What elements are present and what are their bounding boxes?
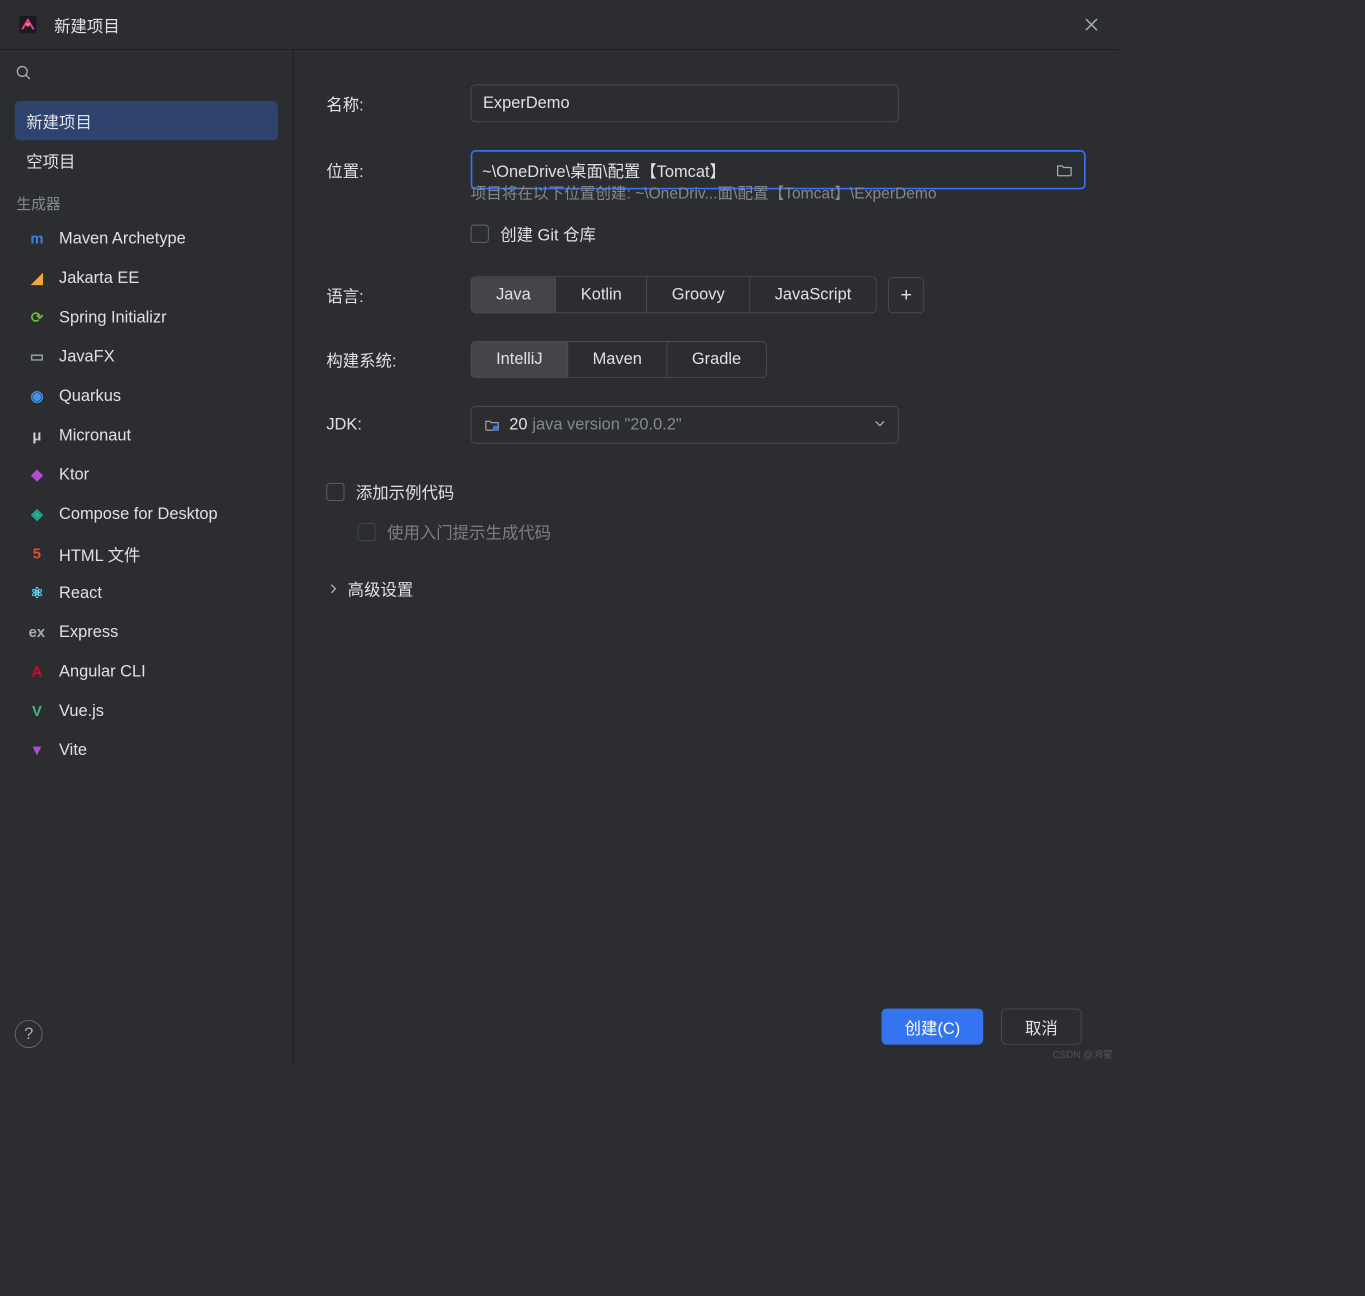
language-option[interactable]: Groovy xyxy=(647,277,750,312)
sample-code-label: 添加示例代码 xyxy=(356,480,454,504)
plus-icon: + xyxy=(900,283,911,306)
generator-icon: ◢ xyxy=(26,267,47,288)
sidebar-item-label: 空项目 xyxy=(26,148,75,172)
window-title: 新建项目 xyxy=(54,13,120,37)
close-button[interactable] xyxy=(1080,13,1103,36)
sidebar-generator-item[interactable]: 5 HTML 文件 xyxy=(15,534,278,573)
sidebar-generator-item[interactable]: ▼ Vite xyxy=(15,731,278,770)
jdk-subtext: java version "20.0.2" xyxy=(532,415,681,434)
sidebar-item-label: Angular CLI xyxy=(59,662,146,681)
close-icon xyxy=(1084,17,1099,32)
generator-icon: ◈ xyxy=(26,503,47,524)
jdk-label: JDK: xyxy=(326,415,470,434)
generator-icon: m xyxy=(26,228,47,249)
sidebar-generator-item[interactable]: V Vue.js xyxy=(15,691,278,730)
git-checkbox-label: 创建 Git 仓库 xyxy=(500,221,596,245)
language-label: 语言: xyxy=(326,283,470,307)
sample-code-checkbox[interactable] xyxy=(326,483,344,501)
generator-icon: ⟳ xyxy=(26,307,47,328)
language-option[interactable]: JavaScript xyxy=(750,277,876,312)
main-panel: 名称: 位置: 项目将在以下位置创建: ~\OneDriv...面\配置【Tom… xyxy=(294,50,1120,1063)
sidebar-item-label: Vite xyxy=(59,741,87,760)
build-option[interactable]: Gradle xyxy=(667,342,765,377)
sidebar-generator-item[interactable]: ◉ Quarkus xyxy=(15,376,278,415)
language-option[interactable]: Java xyxy=(472,277,557,312)
sidebar-generator-item[interactable]: μ Micronaut xyxy=(15,416,278,455)
generator-icon: V xyxy=(26,700,47,721)
language-segmented: JavaKotlinGroovyJavaScript xyxy=(471,276,877,313)
jdk-icon xyxy=(483,416,501,434)
generator-icon: ▭ xyxy=(26,346,47,367)
sidebar-item-label: Maven Archetype xyxy=(59,229,186,248)
location-input[interactable] xyxy=(482,160,1054,179)
sidebar-generator-item[interactable]: ◢ Jakarta EE xyxy=(15,258,278,297)
sidebar-search[interactable] xyxy=(0,50,293,96)
generator-icon: A xyxy=(26,661,47,682)
build-segmented: IntelliJMavenGradle xyxy=(471,341,767,378)
language-option[interactable]: Kotlin xyxy=(556,277,647,312)
sidebar-generator-item[interactable]: ex Express xyxy=(15,613,278,652)
location-label: 位置: xyxy=(326,158,470,182)
generator-icon: ◆ xyxy=(26,464,47,485)
sidebar-generator-item[interactable]: ⟳ Spring Initializr xyxy=(15,298,278,337)
sidebar-generator-item[interactable]: ◆ Ktor xyxy=(15,455,278,494)
generator-icon: ex xyxy=(26,622,47,643)
create-button[interactable]: 创建(C) xyxy=(882,1009,983,1045)
advanced-settings-label: 高级设置 xyxy=(348,576,414,600)
sidebar-item-label: JavaFX xyxy=(59,347,115,366)
sidebar-generator-item[interactable]: ▭ JavaFX xyxy=(15,337,278,376)
jdk-dropdown[interactable]: 20 java version "20.0.2" xyxy=(471,406,899,444)
watermark: CSDN @鸿蒙 xyxy=(1052,1047,1112,1061)
bottom-bar: 创建(C) 取消 xyxy=(326,991,1086,1063)
sidebar-item-new-project[interactable]: 新建项目 xyxy=(15,101,278,140)
app-icon xyxy=(16,13,39,36)
sidebar-item-label: Micronaut xyxy=(59,426,131,445)
add-language-button[interactable]: + xyxy=(888,277,924,313)
generator-icon: μ xyxy=(26,425,47,446)
help-icon: ? xyxy=(24,1025,33,1044)
sidebar-item-label: Jakarta EE xyxy=(59,269,139,288)
sidebar: 新建项目 空项目 生成器 m Maven Archetype ◢ Jakarta EE… xyxy=(0,50,294,1063)
sample-code-row[interactable]: 添加示例代码 xyxy=(326,480,1086,504)
sidebar-item-label: React xyxy=(59,583,102,602)
sidebar-section-header: 生成器 xyxy=(15,180,278,219)
build-option[interactable]: Maven xyxy=(568,342,667,377)
sidebar-generator-item[interactable]: ⚛ React xyxy=(15,573,278,612)
sidebar-item-label: 新建项目 xyxy=(26,109,92,133)
generator-icon: ◉ xyxy=(26,385,47,406)
generator-icon: ⚛ xyxy=(26,582,47,603)
sidebar-item-label: Spring Initializr xyxy=(59,308,167,327)
chevron-down-icon xyxy=(873,416,886,433)
jdk-value: 20 xyxy=(509,415,527,434)
git-checkbox-row[interactable]: 创建 Git 仓库 xyxy=(471,221,1087,245)
build-label: 构建系统: xyxy=(326,348,470,372)
generator-icon: ▼ xyxy=(26,740,47,761)
generator-icon: 5 xyxy=(26,543,47,564)
name-label: 名称: xyxy=(326,91,470,115)
location-hint: 项目将在以下位置创建: ~\OneDriv...面\配置【Tomcat】\Exp… xyxy=(471,181,1087,203)
sidebar-item-label: Quarkus xyxy=(59,387,121,406)
sidebar-item-label: HTML 文件 xyxy=(59,542,140,566)
advanced-settings-toggle[interactable]: 高级设置 xyxy=(326,576,1086,600)
build-option[interactable]: IntelliJ xyxy=(472,342,569,377)
sidebar-generator-item[interactable]: A Angular CLI xyxy=(15,652,278,691)
name-input[interactable] xyxy=(471,84,899,122)
sidebar-item-label: Compose for Desktop xyxy=(59,505,218,524)
sample-hint-row: 使用入门提示生成代码 xyxy=(358,520,1087,544)
search-icon xyxy=(15,64,33,82)
cancel-button[interactable]: 取消 xyxy=(1001,1009,1081,1045)
sidebar-generator-item[interactable]: ◈ Compose for Desktop xyxy=(15,494,278,533)
sidebar-item-empty-project[interactable]: 空项目 xyxy=(15,140,278,179)
git-checkbox[interactable] xyxy=(471,224,489,242)
sample-hint-label: 使用入门提示生成代码 xyxy=(387,520,551,544)
sidebar-item-label: Express xyxy=(59,623,118,642)
chevron-right-icon xyxy=(326,582,339,595)
sidebar-item-label: Ktor xyxy=(59,465,89,484)
browse-icon[interactable] xyxy=(1055,160,1075,180)
sidebar-generator-item[interactable]: m Maven Archetype xyxy=(15,219,278,258)
sample-hint-checkbox xyxy=(358,523,376,541)
help-button[interactable]: ? xyxy=(15,1020,43,1048)
sidebar-item-label: Vue.js xyxy=(59,702,104,721)
